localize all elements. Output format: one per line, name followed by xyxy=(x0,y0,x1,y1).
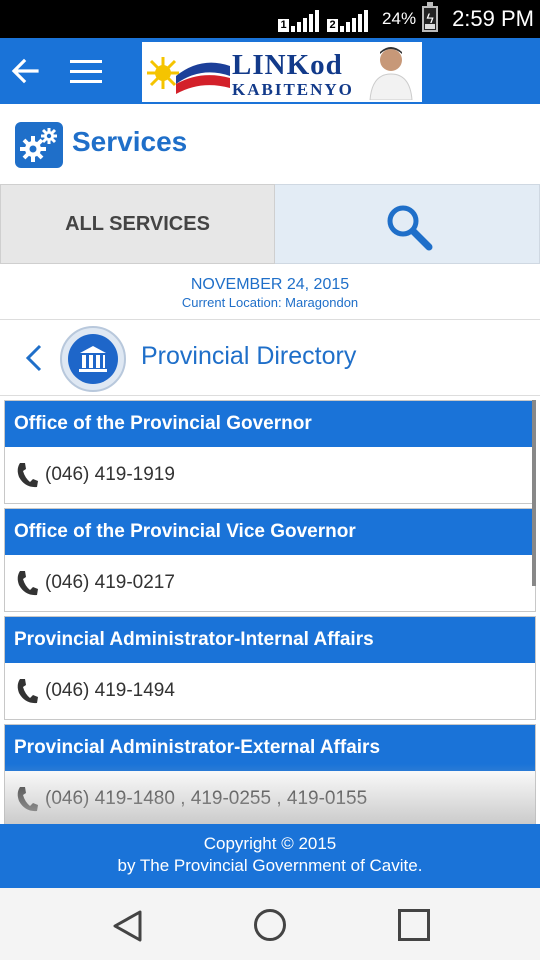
list-item[interactable]: Provincial Administrator-External Affair… xyxy=(4,724,536,824)
nav-recent-icon[interactable] xyxy=(398,909,430,941)
clock: 2:59 PM xyxy=(452,6,534,31)
list-item[interactable]: Provincial Administrator-Internal Affair… xyxy=(4,616,536,720)
battery-percent: 24% xyxy=(382,9,417,28)
signal-bars-icon xyxy=(340,8,369,32)
phone-row[interactable]: (046) 419-1480 , 419-0255 , 419-0155 xyxy=(5,771,535,824)
current-location: Current Location: Maragondon xyxy=(181,295,359,310)
phone-number: (046) 419-0217 xyxy=(45,572,175,593)
phone-icon xyxy=(17,463,38,488)
nav-back-icon[interactable] xyxy=(110,908,146,944)
tab-all-services[interactable]: ALL SERVICES xyxy=(0,184,275,264)
sim1-signal: 1 xyxy=(278,6,320,32)
office-name: Provincial Administrator-Internal Affair… xyxy=(5,617,535,663)
phone-icon xyxy=(17,571,38,596)
logo-subtitle: KABITENYO xyxy=(232,80,354,99)
office-name: Office of the Provincial Governor xyxy=(5,401,535,447)
directory-list[interactable]: Office of the Provincial Governor (046) … xyxy=(4,400,536,824)
tab-search[interactable] xyxy=(275,184,540,264)
status-bar: 1 2 24% ϟ 2:59 PM xyxy=(0,0,540,38)
date-location: NOVEMBER 24, 2015 Current Location: Mara… xyxy=(0,264,540,320)
menu-icon[interactable] xyxy=(70,60,102,84)
flag-swoosh-icon xyxy=(176,62,230,94)
building-icon xyxy=(60,326,126,392)
chevron-left-icon[interactable] xyxy=(22,344,46,372)
phone-row[interactable]: (046) 419-1919 xyxy=(5,447,535,503)
current-date: NOVEMBER 24, 2015 xyxy=(190,276,350,293)
service-tabs: ALL SERVICES xyxy=(0,184,540,264)
logo-title: LINKod xyxy=(232,49,343,81)
office-name: Office of the Provincial Vice Governor xyxy=(5,509,535,555)
sim2-label: 2 xyxy=(327,19,339,32)
back-arrow-icon[interactable] xyxy=(10,56,40,86)
directory-header: Provincial Directory xyxy=(0,320,540,396)
sim2-signal: 2 xyxy=(327,6,369,32)
battery-icon: ϟ xyxy=(422,2,439,32)
phone-row[interactable]: (046) 419-0217 xyxy=(5,555,535,611)
nav-home-icon[interactable] xyxy=(254,909,286,941)
charging-bolt-icon: ϟ xyxy=(426,10,434,26)
signal-bars-icon xyxy=(291,8,320,32)
person-photo-icon xyxy=(369,47,413,100)
copyright-owner: by The Provincial Government of Cavite. xyxy=(117,856,423,875)
list-item[interactable]: Office of the Provincial Governor (046) … xyxy=(4,400,536,504)
sun-icon xyxy=(147,57,179,89)
app-toolbar: LINKod KABITENYO xyxy=(0,38,540,104)
sim1-label: 1 xyxy=(278,19,290,32)
list-item[interactable]: Office of the Provincial Vice Governor (… xyxy=(4,508,536,612)
services-header: Services xyxy=(0,104,540,184)
page-title: Services xyxy=(72,126,188,157)
directory-title: Provincial Directory xyxy=(141,342,357,370)
phone-number: (046) 419-1919 xyxy=(45,464,175,485)
phone-row[interactable]: (046) 419-1494 xyxy=(5,663,535,719)
office-name: Provincial Administrator-External Affair… xyxy=(5,725,535,771)
footer: Copyright © 2015 by The Provincial Gover… xyxy=(0,824,540,888)
phone-number: (046) 419-1494 xyxy=(45,680,175,701)
app-logo: LINKod KABITENYO xyxy=(142,42,422,102)
phone-number: (046) 419-1480 , 419-0255 , 419-0155 xyxy=(45,788,368,809)
phone-icon xyxy=(17,679,38,704)
system-nav-bar xyxy=(0,888,540,960)
gears-icon xyxy=(15,122,63,168)
copyright-line: Copyright © 2015 xyxy=(203,834,337,853)
phone-icon xyxy=(17,787,38,812)
scrollbar[interactable] xyxy=(532,400,536,586)
search-icon xyxy=(387,205,433,251)
